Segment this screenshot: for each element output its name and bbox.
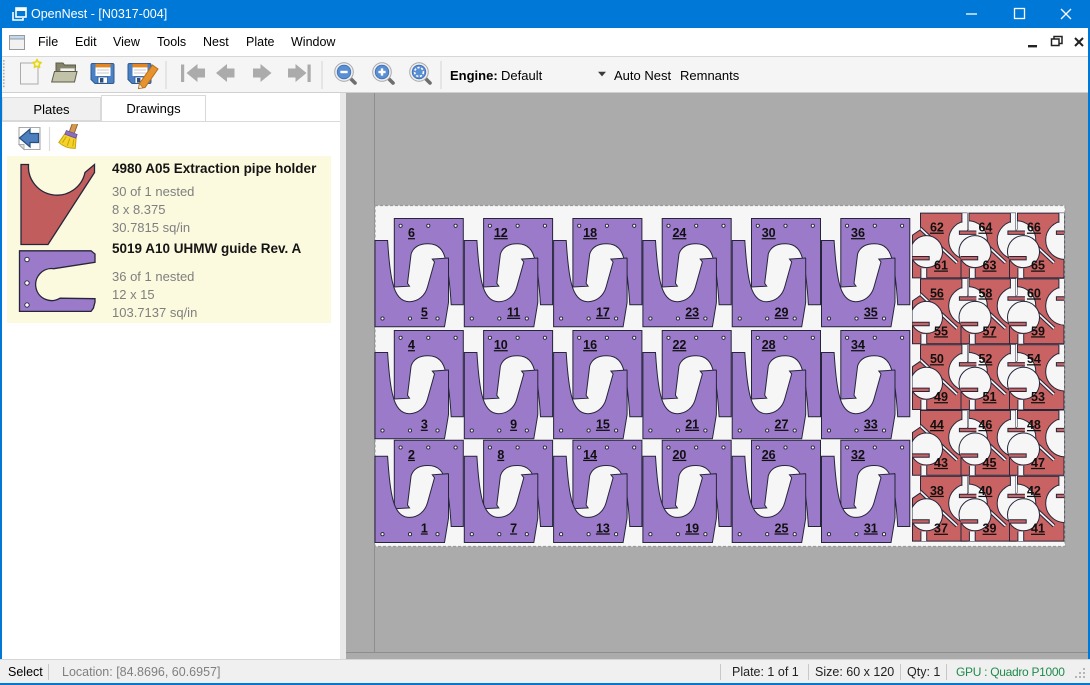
svg-text:13: 13	[596, 521, 610, 535]
svg-text:34: 34	[851, 338, 865, 352]
svg-text:46: 46	[978, 418, 992, 432]
svg-text:2: 2	[408, 448, 415, 462]
svg-text:49: 49	[934, 390, 948, 404]
svg-text:4: 4	[408, 338, 415, 352]
svg-text:36: 36	[851, 226, 865, 240]
svg-text:12: 12	[494, 226, 508, 240]
svg-text:24: 24	[672, 226, 686, 240]
svg-text:51: 51	[983, 390, 997, 404]
svg-text:45: 45	[983, 456, 997, 470]
svg-text:52: 52	[978, 352, 992, 366]
svg-text:44: 44	[930, 418, 944, 432]
svg-text:1: 1	[421, 521, 428, 535]
svg-text:5: 5	[421, 306, 428, 320]
svg-text:59: 59	[1031, 324, 1045, 338]
svg-text:9: 9	[510, 418, 517, 432]
svg-text:63: 63	[983, 259, 997, 273]
svg-text:64: 64	[978, 221, 992, 235]
svg-text:27: 27	[775, 418, 789, 432]
svg-text:26: 26	[762, 448, 776, 462]
svg-text:48: 48	[1027, 418, 1041, 432]
svg-text:23: 23	[685, 306, 699, 320]
svg-text:20: 20	[672, 448, 686, 462]
svg-text:61: 61	[934, 259, 948, 273]
svg-text:56: 56	[930, 286, 944, 300]
svg-text:18: 18	[583, 226, 597, 240]
svg-text:37: 37	[934, 522, 948, 536]
svg-text:53: 53	[1031, 390, 1045, 404]
svg-text:17: 17	[596, 306, 610, 320]
svg-text:16: 16	[583, 338, 597, 352]
svg-text:39: 39	[983, 522, 997, 536]
svg-text:47: 47	[1031, 456, 1045, 470]
svg-text:19: 19	[685, 521, 699, 535]
svg-text:50: 50	[930, 352, 944, 366]
svg-text:15: 15	[596, 418, 610, 432]
svg-text:29: 29	[775, 306, 789, 320]
svg-text:14: 14	[583, 448, 597, 462]
svg-text:66: 66	[1027, 221, 1041, 235]
svg-text:21: 21	[685, 418, 699, 432]
svg-text:30: 30	[762, 226, 776, 240]
svg-text:41: 41	[1031, 522, 1045, 536]
svg-text:42: 42	[1027, 484, 1041, 498]
svg-text:8: 8	[497, 448, 504, 462]
svg-text:35: 35	[864, 306, 878, 320]
svg-text:6: 6	[408, 226, 415, 240]
svg-text:22: 22	[672, 338, 686, 352]
svg-text:62: 62	[930, 221, 944, 235]
svg-text:25: 25	[775, 521, 789, 535]
svg-text:54: 54	[1027, 352, 1041, 366]
svg-text:40: 40	[978, 484, 992, 498]
svg-text:60: 60	[1027, 286, 1041, 300]
svg-text:55: 55	[934, 324, 948, 338]
svg-text:57: 57	[983, 324, 997, 338]
svg-text:65: 65	[1031, 259, 1045, 273]
svg-text:28: 28	[762, 338, 776, 352]
svg-text:43: 43	[934, 456, 948, 470]
svg-text:10: 10	[494, 338, 508, 352]
svg-text:31: 31	[864, 521, 878, 535]
svg-text:7: 7	[510, 521, 517, 535]
svg-text:11: 11	[507, 306, 520, 320]
svg-text:33: 33	[864, 418, 878, 432]
svg-text:38: 38	[930, 484, 944, 498]
svg-text:3: 3	[421, 418, 428, 432]
svg-text:32: 32	[851, 448, 865, 462]
svg-text:58: 58	[978, 286, 992, 300]
